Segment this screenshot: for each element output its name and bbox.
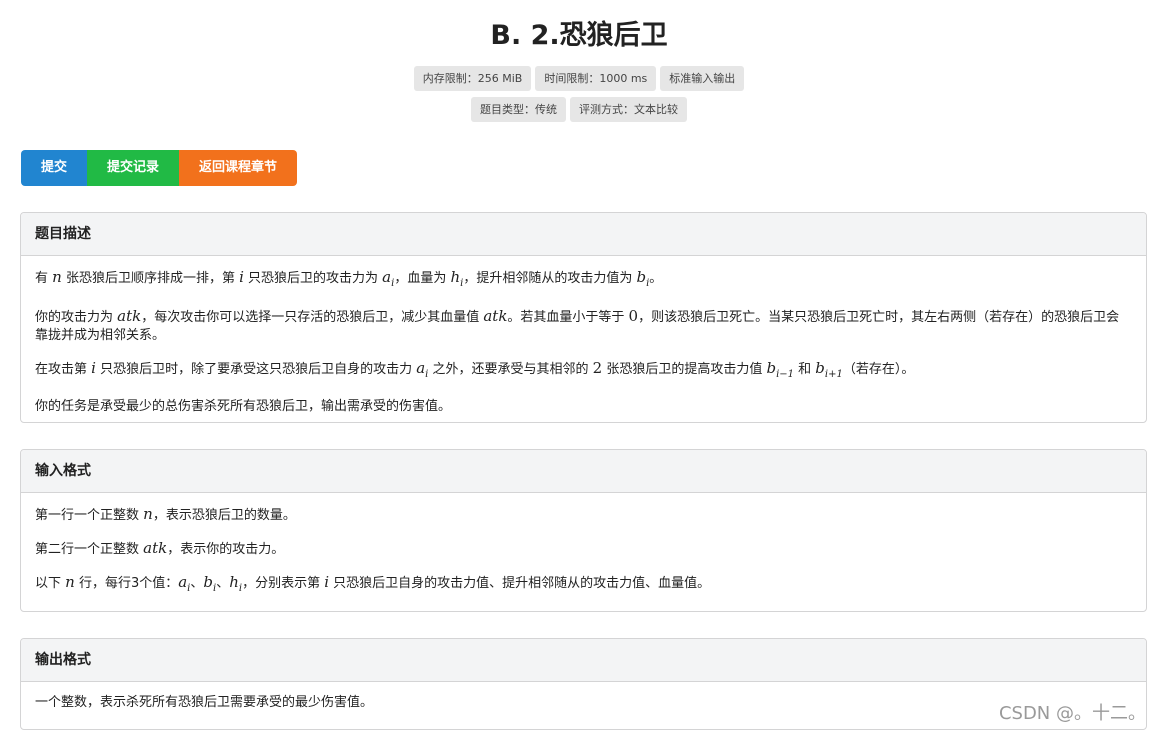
output-format-panel: 输出格式 一个整数，表示杀死所有恐狼后卫需要承受的最少伤害值。	[20, 638, 1147, 730]
input-format-panel: 输入格式 第一行一个正整数 n，表示恐狼后卫的数量。 第二行一个正整数 atk，…	[20, 449, 1147, 612]
text: 你的攻击力为	[35, 310, 118, 325]
math-sub: i−1	[776, 369, 795, 380]
math-var: atk	[483, 307, 508, 325]
text: ，血量为	[394, 271, 451, 286]
math-base: b	[815, 359, 825, 377]
description-body: 有 n 张恐狼后卫顺序排成一排，第 i 只恐狼后卫的攻击力为 ai，血量为 hi…	[21, 256, 1146, 434]
math-var: ai	[382, 268, 394, 289]
math-var: hi	[450, 268, 463, 289]
math-base: b	[203, 573, 213, 591]
math-var: bi−1	[766, 359, 795, 380]
math-base: a	[416, 359, 426, 377]
math-number: 0	[628, 307, 639, 325]
math-base: h	[450, 268, 461, 286]
text: 。	[649, 271, 663, 286]
description-paragraph-4: 你的任务是承受最少的总伤害杀死所有恐狼后卫，输出需承受的伤害值。	[35, 399, 452, 414]
text: ，提升相邻随从的攻击力值为	[463, 271, 637, 286]
math-var: bi	[203, 573, 216, 594]
text: 只恐狼后卫自身的攻击力值、提升相邻随从的攻击力值、血量值。	[329, 576, 711, 591]
input-paragraph-2: 第二行一个正整数 atk，表示你的攻击力。	[35, 539, 1132, 559]
output-format-body: 一个整数，表示杀死所有恐狼后卫需要承受的最少伤害值。	[21, 682, 1146, 730]
text: 和	[794, 362, 816, 377]
problem-title: B. 2.恐狼后卫	[490, 20, 668, 51]
math-var: bi	[636, 268, 649, 289]
math-var: ai	[178, 573, 190, 594]
math-base: a	[382, 268, 392, 286]
text: 只恐狼后卫的攻击力为	[243, 271, 383, 286]
text: 第一行一个正整数	[35, 508, 144, 523]
description-panel: 题目描述 有 n 张恐狼后卫顺序排成一排，第 i 只恐狼后卫的攻击力为 ai，血…	[20, 212, 1147, 423]
text: ，表示恐狼后卫的数量。	[152, 508, 296, 523]
text: ，每次攻击你可以选择一只存活的恐狼后卫，减少其血量值	[141, 310, 484, 325]
input-format-body: 第一行一个正整数 n，表示恐狼后卫的数量。 第二行一个正整数 atk，表示你的攻…	[21, 493, 1146, 616]
math-var: n	[143, 505, 153, 523]
type-tags: 题目类型：传统 评测方式：文本比较	[0, 97, 1158, 122]
math-number: 2	[592, 359, 603, 377]
math-sub: i+1	[824, 369, 843, 380]
math-var: n	[52, 268, 62, 286]
math-var: bi+1	[815, 359, 843, 380]
io-tag: 标准输入输出	[660, 66, 745, 91]
math-base: b	[766, 359, 777, 377]
text: 有	[35, 271, 53, 286]
text: （若存在）。	[842, 362, 915, 377]
text: 张恐狼后卫顺序排成一排，第	[61, 271, 240, 286]
csdn-watermark: CSDN @。十二。	[998, 703, 1146, 724]
limits-tags: 内存限制：256 MiB 时间限制：1000 ms 标准输入输出	[0, 66, 1158, 91]
math-var: atk	[117, 307, 142, 325]
judge-mode-tag: 评测方式：文本比较	[570, 97, 687, 122]
text: 行，每行3个值：	[74, 576, 179, 591]
input-paragraph-3: 以下 n 行，每行3个值：ai、bi、hi，分别表示第 i 只恐狼后卫自身的攻击…	[35, 573, 1132, 598]
problem-type-tag: 题目类型：传统	[471, 97, 566, 122]
text: ，分别表示第	[242, 576, 325, 591]
text: 以下	[35, 576, 66, 591]
math-base: h	[229, 573, 239, 591]
submit-button[interactable]: 提交	[21, 150, 88, 186]
description-paragraph-1: 有 n 张恐狼后卫顺序排成一排，第 i 只恐狼后卫的攻击力为 ai，血量为 hi…	[35, 268, 1132, 293]
output-format-heading: 输出格式	[21, 639, 1146, 682]
text: 之外，还要承受与其相邻的	[428, 362, 593, 377]
text: 只恐狼后卫时，除了要承受这只恐狼后卫自身的攻击力	[95, 362, 417, 377]
output-paragraph-1: 一个整数，表示杀死所有恐狼后卫需要承受的最少伤害值。	[35, 695, 374, 710]
text: 在攻击第	[35, 362, 92, 377]
input-format-heading: 输入格式	[21, 450, 1146, 493]
text: ，表示你的攻击力。	[167, 542, 285, 557]
description-paragraph-3: 在攻击第 i 只恐狼后卫时，除了要承受这只恐狼后卫自身的攻击力 ai 之外，还要…	[35, 359, 1132, 384]
math-var: n	[65, 573, 75, 591]
math-var: ai	[416, 359, 428, 380]
text: 、	[190, 576, 204, 591]
description-paragraph-2: 你的攻击力为 atk，每次攻击你可以选择一只存活的恐狼后卫，减少其血量值 atk…	[35, 307, 1132, 345]
back-to-chapter-button[interactable]: 返回课程章节	[179, 150, 298, 186]
description-heading: 题目描述	[21, 213, 1146, 256]
text: 、	[216, 576, 230, 591]
memory-limit-tag: 内存限制：256 MiB	[413, 66, 532, 91]
submission-records-button[interactable]: 提交记录	[87, 150, 180, 186]
text: 第二行一个正整数	[35, 542, 144, 557]
math-var: atk	[143, 539, 168, 557]
input-paragraph-1: 第一行一个正整数 n，表示恐狼后卫的数量。	[35, 505, 1132, 525]
time-limit-tag: 时间限制：1000 ms	[535, 66, 657, 91]
text: 。若其血量小于等于	[507, 310, 629, 325]
action-buttons: 提交 提交记录 返回课程章节	[21, 150, 298, 186]
text: 张恐狼后卫的提高攻击力值	[602, 362, 767, 377]
math-base: a	[178, 573, 188, 591]
math-var: hi	[229, 573, 242, 594]
math-base: b	[636, 268, 647, 286]
